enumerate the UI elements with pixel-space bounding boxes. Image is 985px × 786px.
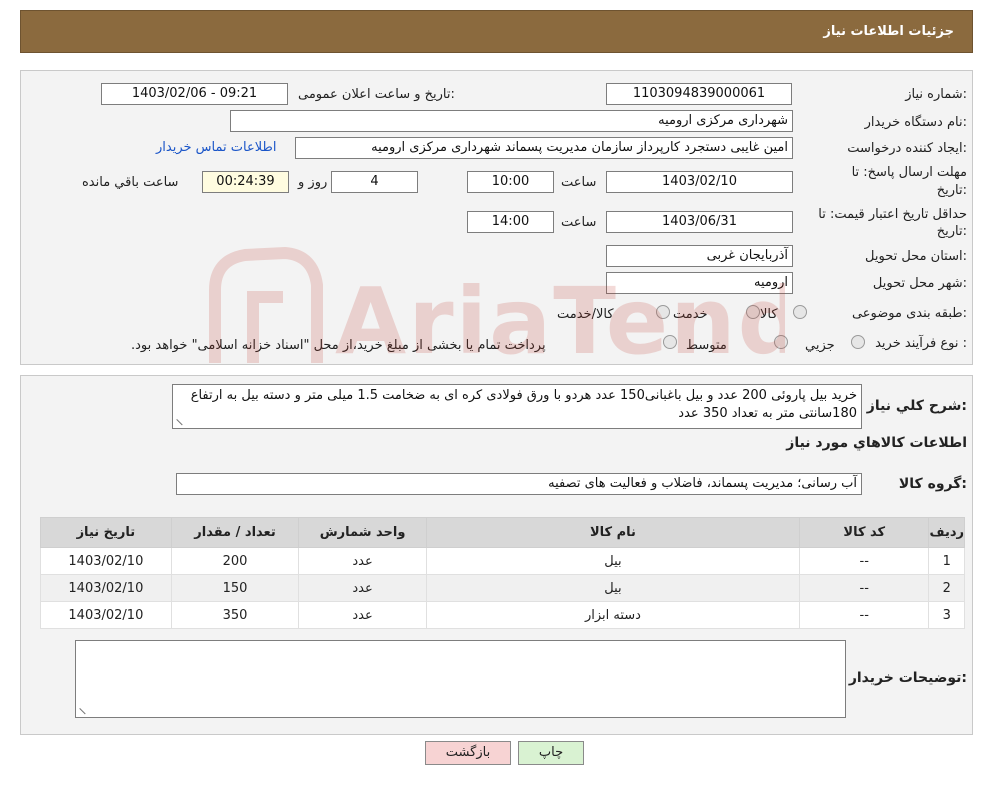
page-header: جزئیات اطلاعات نیاز [20,10,973,53]
resize-handle-icon[interactable] [175,417,185,427]
city-field: ارومیه [606,272,793,294]
category-option-goods: کالا [760,307,778,322]
process-option-medium: متوسط [686,338,727,353]
buyer-notes-label: توضیحات خریدار: [848,670,967,686]
deadline-time-field: 10:00 [467,171,554,193]
process-radio-medium[interactable] [774,335,788,349]
category-option-service: خدمت [673,307,708,322]
validity-label-date: تاریخ: [936,224,967,239]
cell-unit: عدد [298,574,427,602]
category-option-goods-service: کالا/خدمت [557,307,614,322]
cell-goods-code: -- [799,601,930,629]
creator-label: ایجاد کننده درخواست: [847,141,967,156]
days-remaining-field: 4 [331,171,418,193]
need-number-label: شماره نیاز: [905,87,967,102]
cell-goods-code: -- [799,547,930,575]
cell-need-date: 1403/02/10 [40,601,172,629]
col-unit: واحد شمارش [298,517,427,548]
process-note: پرداخت تمام یا بخشی از مبلغ خرید،از محل … [131,338,546,353]
description-text: خرید بیل پاروئی 200 عدد و بیل باغبانی150… [190,388,857,421]
deadline-label-date: تاریخ: [936,183,967,198]
goods-group-label: گروه کالا: [898,476,967,492]
description-textarea[interactable]: خرید بیل پاروئی 200 عدد و بیل باغبانی150… [172,384,862,429]
remaining-time-field: 00:24:39 [202,171,289,193]
table-row: 3 -- دسته ابزار عدد 350 1403/02/10 [40,601,965,629]
cell-row-number: 3 [928,601,965,629]
cell-quantity: 150 [170,574,300,602]
deadline-label: مهلت ارسال پاسخ: تا [851,165,967,180]
col-row-number: رديف [928,517,965,548]
cell-unit: عدد [298,547,427,575]
process-option-minor: جزيي [805,338,835,353]
buyer-org-label: نام دستگاه خریدار: [864,115,967,130]
cell-row-number: 1 [928,547,965,575]
deadline-time-label: ساعت [561,175,597,190]
validity-date-field: 1403/06/31 [606,211,793,233]
process-radio-treasury[interactable] [663,335,677,349]
validity-time-label: ساعت [561,215,597,230]
page-title: جزئیات اطلاعات نیاز [823,24,954,39]
table-row: 2 -- بیل عدد 150 1403/02/10 [40,574,965,602]
validity-time-field: 14:00 [467,211,554,233]
remaining-time-label: ساعت باقي مانده [82,175,179,190]
buyer-org-field: شهرداری مرکزی ارومیه [230,110,793,132]
buyer-contact-link[interactable]: اطلاعات تماس خریدار [156,140,276,155]
creator-field: امین غایبی دستجرد کارپرداز سازمان مدیریت… [295,137,793,159]
goods-table: رديف کد کالا نام کالا واحد شمارش تعداد /… [40,517,965,629]
cell-goods-name: بیل [425,574,801,602]
goods-group-field: آب رسانی؛ مدیریت پسماند، فاضلاب و فعالیت… [176,473,862,495]
col-need-date: تاریخ نیاز [40,517,172,548]
print-button[interactable]: چاپ [518,741,584,765]
city-label: شهر محل تحویل: [872,276,967,291]
cell-goods-name: دسته ابزار [425,601,801,629]
notes-resize-handle-icon[interactable] [78,706,88,716]
cell-quantity: 350 [170,601,300,629]
announce-label: تاریخ و ساعت اعلان عمومی: [298,87,455,102]
announce-datetime-field: 1403/02/06 - 09:21 [101,83,288,105]
validity-label: حداقل تاریخ اعتبار قیمت: تا [818,207,967,222]
table-row: 1 -- بیل عدد 200 1403/02/10 [40,547,965,575]
col-quantity: تعداد / مقدار [170,517,300,548]
days-label: روز و [298,175,328,190]
deadline-date-field: 1403/02/10 [606,171,793,193]
col-goods-code: کد کالا [799,517,930,548]
cell-goods-name: بیل [425,547,801,575]
category-radio-goods-service[interactable] [656,305,670,319]
cell-quantity: 200 [170,547,300,575]
description-label: شرح کلي نياز: [866,398,967,414]
process-radio-minor[interactable] [851,335,865,349]
cell-need-date: 1403/02/10 [40,547,172,575]
cell-need-date: 1403/02/10 [40,574,172,602]
col-goods-name: نام کالا [425,517,801,548]
process-label: نوع فرآیند خرید : [875,336,967,351]
goods-section-title: اطلاعات کالاهاي مورد نياز [786,435,967,451]
cell-row-number: 2 [928,574,965,602]
table-header-row: رديف کد کالا نام کالا واحد شمارش تعداد /… [40,517,965,548]
province-field: آذربایجان غربی [606,245,793,267]
cell-unit: عدد [298,601,427,629]
need-number-field: 1103094839000061 [606,83,792,105]
category-label: طبقه بندی موضوعی: [851,306,967,321]
back-button[interactable]: بازگشت [425,741,511,765]
province-label: استان محل تحویل: [865,249,967,264]
cell-goods-code: -- [799,574,930,602]
buyer-notes-textarea[interactable] [75,640,846,718]
category-radio-goods[interactable] [793,305,807,319]
category-radio-service[interactable] [746,305,760,319]
